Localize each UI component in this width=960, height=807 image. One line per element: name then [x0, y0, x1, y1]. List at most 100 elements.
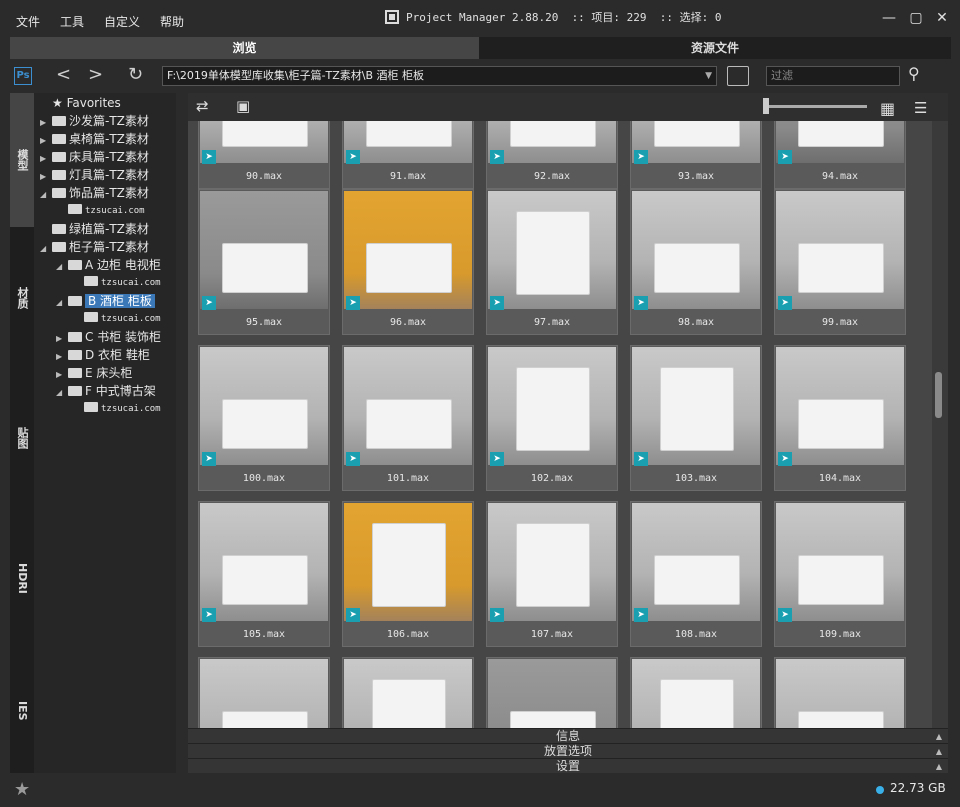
tree-node[interactable]: ★ Favorites	[40, 94, 121, 112]
expand-arrow-icon[interactable]: ◢	[56, 294, 68, 312]
expand-arrow-icon[interactable]: ◢	[40, 240, 52, 258]
window-title: Project Manager 2.88.20 :: 项目: 229 :: 选择…	[406, 11, 722, 24]
tree-node[interactable]: ▶ E 床头柜	[56, 364, 132, 382]
path-dropdown-icon[interactable]: ▼	[705, 67, 712, 85]
expand-arrow-icon[interactable]: ◢	[56, 384, 68, 402]
tree-node[interactable]: 绿植篇-TZ素材	[40, 220, 149, 238]
file-card[interactable]: ➤ 103.max	[630, 345, 762, 491]
file-name: 109.max	[775, 624, 905, 646]
file-card[interactable]: ➤ 105.max	[198, 501, 330, 647]
tree-node[interactable]: ▶ C 书柜 装饰柜	[56, 328, 161, 346]
vertical-scrollbar[interactable]	[932, 121, 948, 728]
file-card[interactable]: ➤	[774, 657, 906, 728]
file-card[interactable]: ➤ 102.max	[486, 345, 618, 491]
photoshop-icon[interactable]: Ps	[14, 67, 32, 85]
file-card[interactable]: ➤ 108.max	[630, 501, 762, 647]
panel-settings[interactable]: 设置 ▲	[188, 758, 948, 773]
file-card[interactable]: ➤	[342, 657, 474, 728]
folder-icon	[52, 152, 66, 162]
refresh-button[interactable]: ↻	[128, 65, 143, 85]
file-card[interactable]: ➤ 90.max	[198, 121, 330, 189]
app-logo-icon	[385, 10, 399, 24]
tree-node[interactable]: ◢ F 中式博古架	[56, 382, 156, 400]
file-card[interactable]: ➤ 99.max	[774, 189, 906, 335]
file-thumbnail	[632, 347, 760, 465]
side-tab-hdri[interactable]: HDRI	[10, 509, 34, 647]
tab-browse[interactable]: 浏览	[10, 37, 479, 59]
thumbnail-view-icon[interactable]	[727, 66, 749, 86]
file-thumbnail	[200, 191, 328, 309]
file-card[interactable]: ➤ 104.max	[774, 345, 906, 491]
favorite-star-icon[interactable]: ★	[14, 779, 30, 800]
tree-node[interactable]: ▶ 桌椅篇-TZ素材	[40, 130, 149, 148]
maximize-button[interactable]: ▢	[905, 8, 927, 28]
side-tab-textures[interactable]: 贴图	[10, 369, 34, 507]
file-card[interactable]: ➤ 107.max	[486, 501, 618, 647]
sync-icon[interactable]: ⇄	[196, 97, 209, 115]
close-button[interactable]: ✕	[931, 8, 953, 28]
panel-info[interactable]: 信息 ▲	[188, 728, 948, 743]
file-card[interactable]: ➤ 96.max	[342, 189, 474, 335]
file-card[interactable]: ➤ 94.max	[774, 121, 906, 189]
cabinet-preview	[654, 243, 740, 293]
file-card[interactable]: ➤ 91.max	[342, 121, 474, 189]
back-button[interactable]: <	[56, 65, 71, 85]
file-card[interactable]: ➤	[198, 657, 330, 728]
file-card[interactable]: ➤ 100.max	[198, 345, 330, 491]
file-card[interactable]: ➤ 92.max	[486, 121, 618, 189]
folder-icon	[84, 276, 98, 286]
filter-input[interactable]: 过滤	[766, 66, 900, 86]
search-icon[interactable]: ⚲	[908, 64, 920, 83]
minimize-button[interactable]: —	[878, 8, 900, 28]
cube-save-icon[interactable]: ▣	[236, 97, 250, 115]
tree-node[interactable]: ◢ 柜子篇-TZ素材	[40, 238, 149, 256]
menu-file[interactable]: 文件	[16, 0, 40, 36]
tree-node[interactable]: ◢ B 酒柜 柜板	[56, 292, 155, 310]
tree-node[interactable]: ▶ 床具篇-TZ素材	[40, 148, 149, 166]
file-grid: ➤ 90.max ➤ 91.max ➤ 92.max ➤ 93.max ➤ 94.max ➤ 95.m…	[188, 121, 932, 728]
expand-arrow-icon[interactable]: ◢	[40, 186, 52, 204]
file-card[interactable]: ➤ 98.max	[630, 189, 762, 335]
side-tab-ies[interactable]: IES	[10, 649, 34, 773]
file-thumbnail	[200, 121, 328, 163]
zoom-slider[interactable]	[763, 105, 867, 108]
scrollbar-thumb[interactable]	[935, 372, 942, 418]
cabinet-preview	[366, 243, 452, 293]
side-tab-materials[interactable]: 材质	[10, 229, 34, 367]
file-card[interactable]: ➤	[630, 657, 762, 728]
file-card[interactable]: ➤ 97.max	[486, 189, 618, 335]
tree-node[interactable]: ▶ 灯具篇-TZ素材	[40, 166, 149, 184]
forward-button[interactable]: >	[88, 65, 103, 85]
file-card[interactable]: ➤ 106.max	[342, 501, 474, 647]
tree-node[interactable]: ▶ 沙发篇-TZ素材	[40, 112, 149, 130]
sort-icon[interactable]: ☰	[914, 99, 927, 117]
panel-settings-label: 设置	[555, 759, 580, 773]
tree-node[interactable]: tzsucai.com	[72, 310, 161, 328]
zoom-slider-knob[interactable]	[763, 98, 769, 114]
tree-node[interactable]: ◢ A 边柜 电视柜	[56, 256, 161, 274]
file-thumbnail	[200, 347, 328, 465]
menu-tools[interactable]: 工具	[60, 0, 84, 36]
menu-help[interactable]: 帮助	[160, 0, 184, 36]
file-card[interactable]: ➤ 95.max	[198, 189, 330, 335]
tree-node[interactable]: tzsucai.com	[72, 400, 161, 418]
tab-assets[interactable]: 资源文件	[479, 37, 951, 59]
folder-icon	[52, 134, 66, 144]
tree-node[interactable]: tzsucai.com	[72, 274, 161, 292]
panel-splitter[interactable]	[177, 93, 187, 773]
tree-node[interactable]: tzsucai.com	[56, 202, 145, 220]
tree-node[interactable]: ◢ 饰品篇-TZ素材	[40, 184, 149, 202]
file-card[interactable]: ➤ 93.max	[630, 121, 762, 189]
side-tab-models[interactable]: 模型	[10, 93, 34, 227]
path-input[interactable]: F:\2019单体模型库收集\柜子篇-TZ素材\B 酒柜 柜板 ▼	[162, 66, 717, 86]
grid-view-icon[interactable]: ▦	[880, 99, 895, 118]
cabinet-preview	[516, 367, 590, 451]
menu-customize[interactable]: 自定义	[104, 0, 140, 36]
tree-node[interactable]: ▶ D 衣柜 鞋柜	[56, 346, 150, 364]
panel-placement[interactable]: 放置选项 ▲	[188, 743, 948, 758]
file-card[interactable]: ➤ 101.max	[342, 345, 474, 491]
file-card[interactable]: ➤	[486, 657, 618, 728]
expand-arrow-icon[interactable]: ◢	[56, 258, 68, 276]
file-card[interactable]: ➤ 109.max	[774, 501, 906, 647]
folder-icon	[68, 296, 82, 306]
